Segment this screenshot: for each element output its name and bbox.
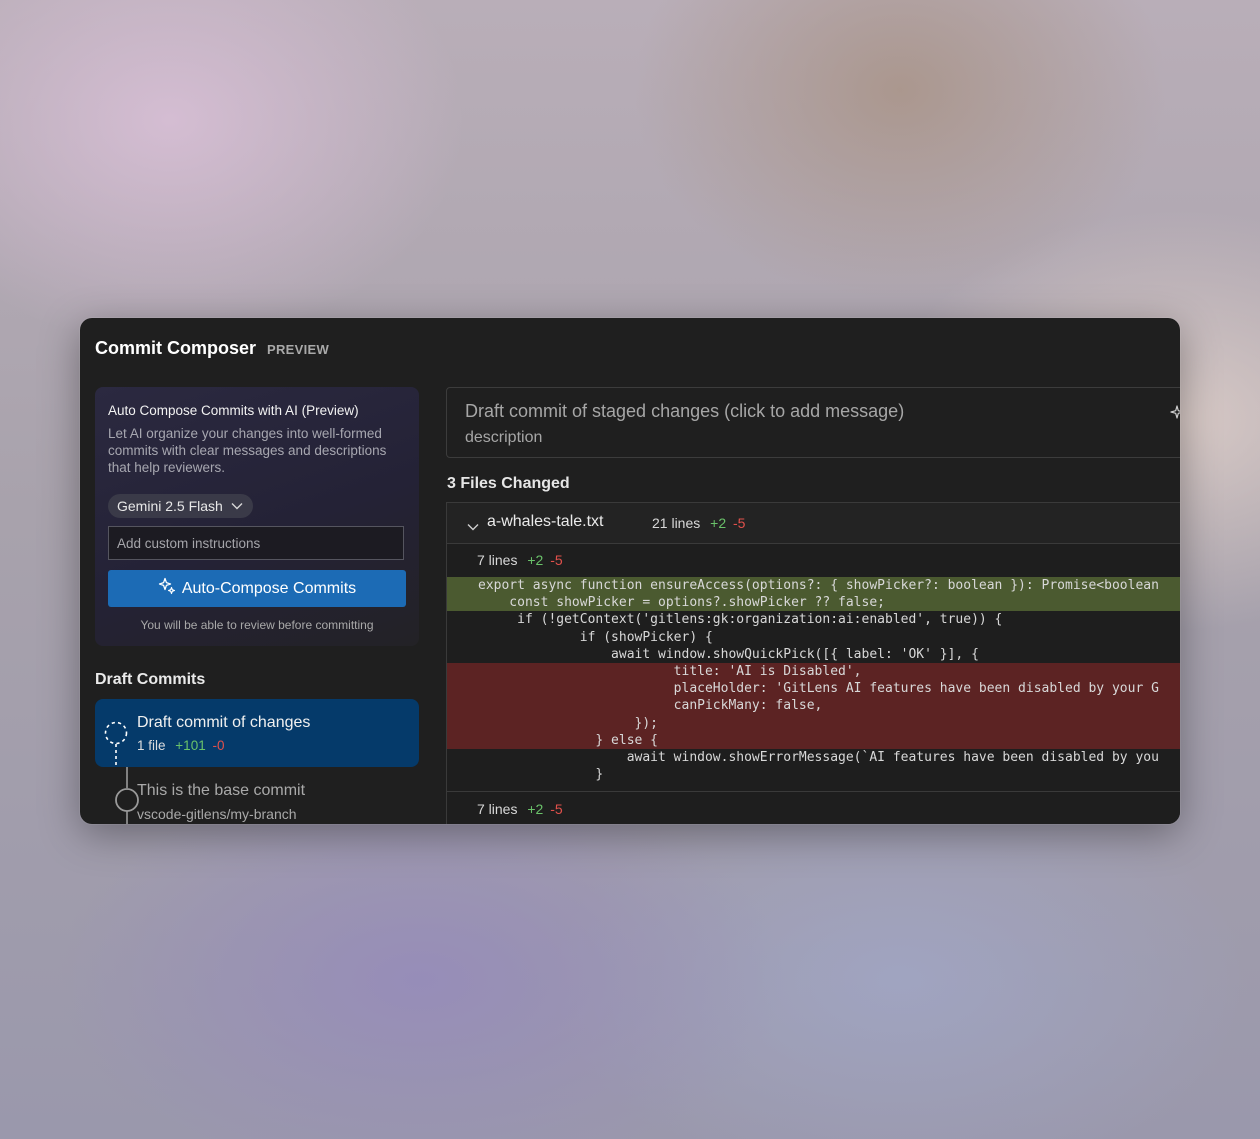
auto-compose-button[interactable]: Auto-Compose Commits [108,570,406,607]
file-deletions: -5 [733,515,746,531]
commit-message-box[interactable]: Draft commit of staged changes (click to… [446,387,1180,458]
code-line-removed: }); [447,714,1180,732]
file-diff-panel: a-whales-tale.txt 21 lines +2 -5 7 lines… [446,502,1180,824]
code-line-context: await window.showErrorMessage(`AI featur… [478,749,1159,765]
ai-compose-card: Auto Compose Commits with AI (Preview) L… [95,387,419,646]
commit-message-title[interactable]: Draft commit of staged changes (click to… [465,401,904,422]
draft-commit-files: 1 file [137,738,166,753]
code-line-removed: placeHolder: 'GitLens AI features have b… [447,680,1180,698]
custom-instructions-input[interactable] [108,526,404,560]
code-line-context: if (showPicker) { [478,629,713,645]
base-commit-title: This is the base commit [137,782,306,799]
hunk-divider [447,791,1180,792]
files-changed-heading: 3 Files Changed [447,475,570,492]
code-line-added: const showPicker = options?.showPicker ?… [447,594,1180,612]
hunk-additions: +2 [527,801,544,817]
code-line-added: export async function ensureAccess(optio… [447,577,1180,595]
code-diff: export async function ensureAccess(optio… [447,577,1180,783]
sparkle-icon [158,577,176,600]
ai-compose-description: Let AI organize your changes into well-f… [108,426,387,475]
hunk-lines: 7 lines [477,801,518,817]
chevron-down-icon [231,502,243,510]
draft-commits-heading: Draft Commits [95,671,206,688]
draft-commit-additions: +101 [175,738,206,753]
header: Commit Composer PREVIEW [95,338,329,359]
dashed-circle-icon [104,721,128,772]
code-line-removed: canPickMany: false, [447,697,1180,715]
file-additions: +2 [710,515,727,531]
draft-commit-deletions: -0 [212,738,225,753]
file-stats: 21 lines +2 -5 [652,515,745,531]
code-line-context: await window.showQuickPick([{ label: 'OK… [478,646,979,662]
code-line-removed: } else { [447,731,1180,749]
chevron-down-icon[interactable] [467,518,479,536]
draft-commit-item[interactable]: Draft commit of changes 1 file +101 -0 [95,699,419,767]
hunk-deletions: -5 [550,801,563,817]
auto-compose-label: Auto-Compose Commits [181,579,357,597]
model-select[interactable]: Gemini 2.5 Flash [108,494,253,518]
preview-badge: PREVIEW [267,342,330,357]
hunk-header: 7 lines +2 -5 [477,552,563,568]
ai-compose-title: Auto Compose Commits with AI (Preview) [108,403,359,418]
commit-message-description[interactable]: description [465,429,542,447]
hunk-deletions: -5 [550,552,563,568]
hunk-header: 7 lines +2 -5 [477,801,563,817]
hunk-additions: +2 [527,552,544,568]
commit-composer-window: Commit Composer PREVIEW Auto Compose Com… [80,318,1180,824]
commit-node-icon [115,767,139,824]
generate-message-sparkle-icon[interactable] [1170,405,1180,424]
code-line-context: } [478,767,604,783]
file-lines: 21 lines [652,515,701,531]
hunk-lines: 7 lines [477,552,518,568]
base-commit-branch: vscode-gitlens/my-branch [137,806,297,822]
app-title: Commit Composer [95,338,257,358]
model-select-label: Gemini 2.5 Flash [117,498,223,514]
review-note: You will be able to review before commit… [140,618,374,632]
draft-commit-stats: 1 file +101 -0 [137,738,225,753]
file-name: a-whales-tale.txt [487,513,604,530]
code-line-context: if (!getContext('gitlens:gk:organization… [478,612,1003,628]
draft-commit-title: Draft commit of changes [137,714,311,731]
file-header[interactable]: a-whales-tale.txt 21 lines +2 -5 [447,503,1180,544]
code-line-removed: title: 'AI is Disabled', [447,662,1180,681]
